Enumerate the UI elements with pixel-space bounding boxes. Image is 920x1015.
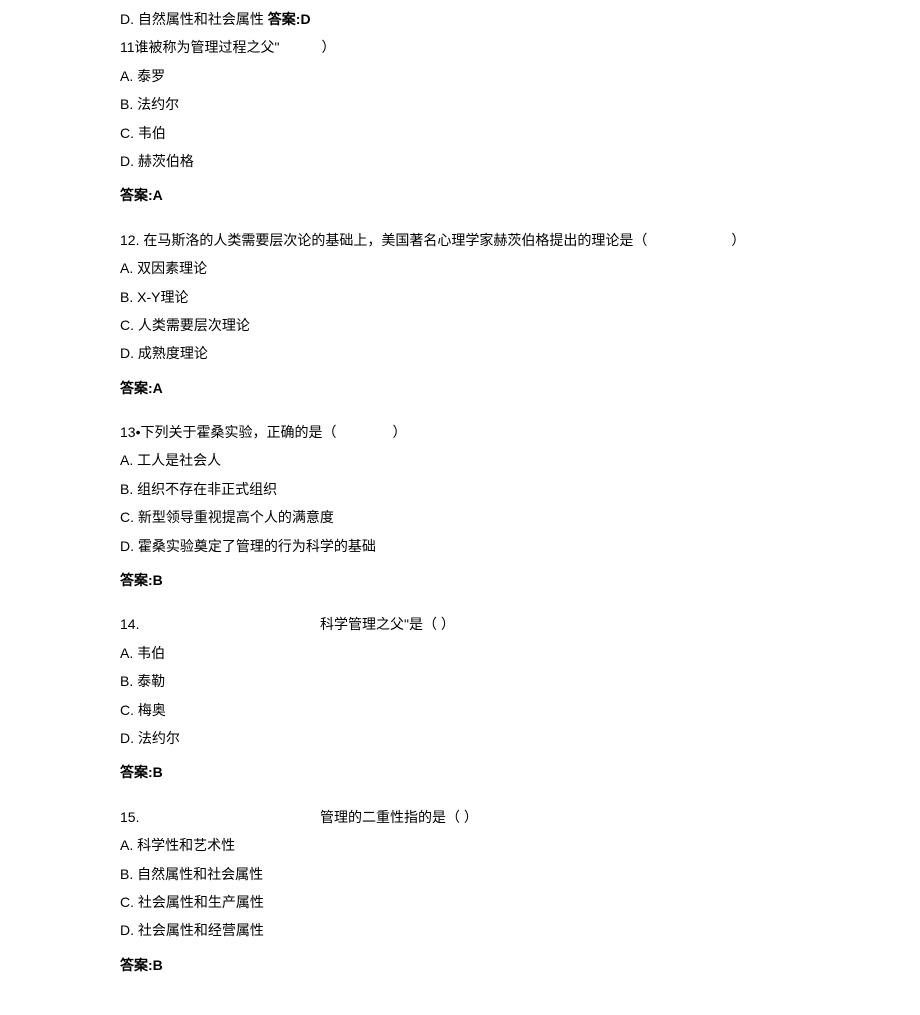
q14-number: 14. <box>120 613 320 635</box>
q12-answer: 答案:A <box>120 377 800 399</box>
q15-answer: 答案:B <box>120 954 800 976</box>
q15-number: 15. <box>120 806 320 828</box>
q13-answer: 答案:B <box>120 569 800 591</box>
q11-option-a: A. 泰罗 <box>120 65 800 87</box>
q13-question: 13•下列关于霍桑实验，正确的是（ ） <box>120 421 800 443</box>
q10-option-d: D. 自然属性和社会属性 答案:D <box>120 8 800 30</box>
q12-option-d: D. 成熟度理论 <box>120 342 800 364</box>
q12-option-a: A. 双因素理论 <box>120 257 800 279</box>
q10-option-d-text: D. 自然属性和社会属性 <box>120 11 264 27</box>
q11-answer: 答案:A <box>120 184 800 206</box>
q14-option-a: A. 韦伯 <box>120 642 800 664</box>
q12-question: 12. 在马斯洛的人类需要层次论的基础上，美国著名心理学家赫茨伯格提出的理论是（… <box>120 229 800 251</box>
q11-question: 11谁被称为管理过程之父" ） <box>120 36 800 58</box>
q14-option-d: D. 法约尔 <box>120 727 800 749</box>
q11-option-c: C. 韦伯 <box>120 122 800 144</box>
q13-option-a: A. 工人是社会人 <box>120 449 800 471</box>
q14-option-b: B. 泰勒 <box>120 670 800 692</box>
q11-option-d: D. 赫茨伯格 <box>120 150 800 172</box>
q13-option-c: C. 新型领导重视提高个人的满意度 <box>120 506 800 528</box>
q10-answer: 答案:D <box>268 11 311 27</box>
q12-option-b: B. X-Y理论 <box>120 286 800 308</box>
q13-option-d: D. 霍桑实验奠定了管理的行为科学的基础 <box>120 535 800 557</box>
q14-answer: 答案:B <box>120 761 800 783</box>
q15-option-d: D. 社会属性和经营属性 <box>120 919 800 941</box>
q15-option-a: A. 科学性和艺术性 <box>120 834 800 856</box>
q13-option-b: B. 组织不存在非正式组织 <box>120 478 800 500</box>
q11-option-b: B. 法约尔 <box>120 93 800 115</box>
q12-option-c: C. 人类需要层次理论 <box>120 314 800 336</box>
q14-question-row: 14. 科学管理之父"是（ ） <box>120 613 800 635</box>
q14-question-text: 科学管理之父"是（ ） <box>320 613 455 635</box>
q15-question-text: 管理的二重性指的是（ ） <box>320 806 478 828</box>
q15-question-row: 15. 管理的二重性指的是（ ） <box>120 806 800 828</box>
q14-option-c: C. 梅奥 <box>120 699 800 721</box>
q15-option-c: C. 社会属性和生产属性 <box>120 891 800 913</box>
q15-option-b: B. 自然属性和社会属性 <box>120 863 800 885</box>
